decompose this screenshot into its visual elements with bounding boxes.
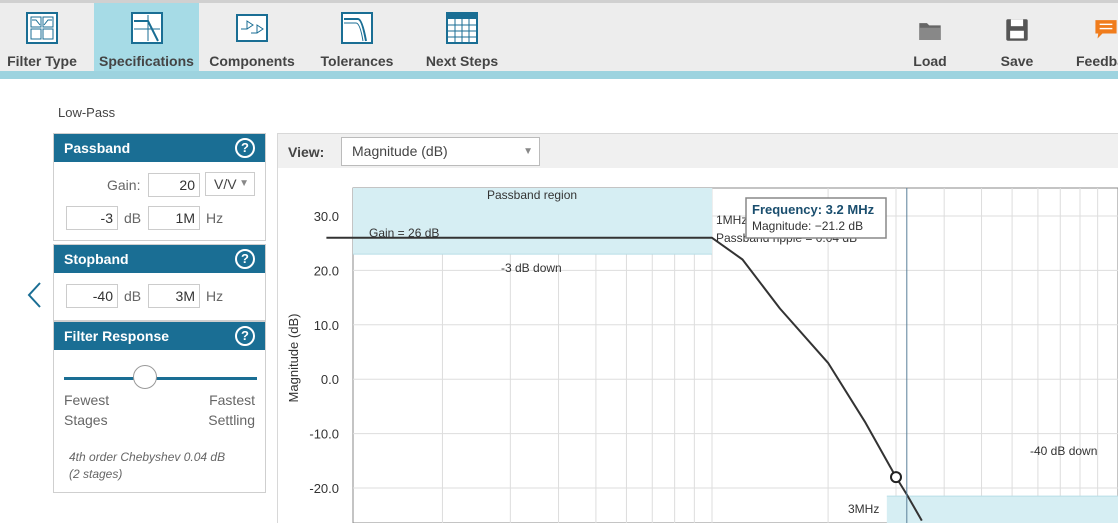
- tab-next-steps-label: Next Steps: [425, 53, 499, 69]
- tab-filter-type-label: Filter Type: [7, 53, 77, 69]
- filter-stages-note: (2 stages): [69, 467, 123, 481]
- y-tick-label: 10.0: [314, 318, 339, 333]
- chevron-down-icon: ▼: [239, 178, 249, 189]
- one-mhz-annotation: 1MHz: [716, 213, 747, 227]
- filter-response-title: Filter Response: [64, 328, 170, 344]
- filter-order-note: 4th order Chebyshev 0.04 dB: [69, 450, 226, 464]
- minus3-annotation: -3 dB down: [501, 261, 562, 275]
- y-axis-ticks: 30.0 20.0 10.0 0.0 -10.0 -20.0 Magnitude (dB): [286, 209, 339, 496]
- tab-components[interactable]: Components: [204, 3, 300, 71]
- view-label: View:: [288, 144, 325, 160]
- stopband-attenuation-input[interactable]: -40: [66, 284, 118, 308]
- fewest-label: Fewest: [64, 392, 110, 408]
- gain-input[interactable]: 20: [148, 173, 200, 197]
- tab-next-steps[interactable]: Next Steps: [418, 3, 506, 71]
- stopband-frequency-input[interactable]: 3M: [148, 284, 200, 308]
- toolbar-accent-strip: [0, 71, 1118, 79]
- y-tick-label: 20.0: [314, 263, 339, 278]
- chevron-down-icon: ▼: [523, 146, 533, 157]
- response-slider-handle[interactable]: [133, 365, 157, 389]
- tab-components-label: Components: [209, 53, 295, 69]
- toolbar: Filter Type Specifications Components To…: [0, 3, 1118, 71]
- stages-label: Stages: [64, 412, 108, 428]
- passband-header: Passband ?: [54, 134, 265, 162]
- y-tick-label: 0.0: [321, 372, 339, 387]
- tooltip-title: Frequency: 3.2 MHz: [752, 202, 875, 217]
- feedback-label: Feedba: [1076, 53, 1118, 69]
- stopband-help-icon[interactable]: ?: [235, 249, 255, 269]
- gain-unit-value: V/V: [214, 176, 237, 192]
- next-steps-icon: [446, 12, 478, 44]
- passband-help-icon[interactable]: ?: [235, 138, 255, 158]
- components-icon: [236, 14, 268, 42]
- stopband-attenuation-unit: dB: [124, 288, 142, 304]
- stopband-frequency-unit: Hz: [206, 288, 224, 304]
- view-select-value: Magnitude (dB): [352, 143, 448, 159]
- three-mhz-annotation: 3MHz: [848, 502, 879, 516]
- stopband-marker: [890, 471, 902, 484]
- stopband-panel: Stopband ? -40 dB 3M Hz: [53, 244, 266, 321]
- view-select[interactable]: Magnitude (dB) ▼: [341, 137, 540, 166]
- passband-region-label: Passband region: [487, 188, 577, 202]
- folder-icon: [919, 23, 941, 40]
- passband-title: Passband: [64, 140, 131, 156]
- settling-label: Settling: [208, 412, 255, 428]
- specifications-icon: [130, 12, 163, 44]
- save-button[interactable]: Save: [992, 3, 1042, 71]
- filter-response-header: Filter Response ?: [54, 322, 265, 350]
- filter-response-panel: Filter Response ? Fewest Stages Fastest …: [53, 321, 266, 493]
- load-button[interactable]: Load: [904, 3, 956, 71]
- gain-unit-select[interactable]: V/V ▼: [205, 172, 255, 196]
- filter-response-help-icon[interactable]: ?: [235, 326, 255, 346]
- y-axis-label: Magnitude (dB): [286, 314, 301, 403]
- feedback-icon: [1095, 20, 1117, 39]
- passband-attenuation-unit: dB: [124, 210, 142, 226]
- tab-tolerances[interactable]: Tolerances: [312, 3, 402, 71]
- tab-tolerances-label: Tolerances: [320, 53, 394, 69]
- tolerances-icon: [341, 12, 373, 44]
- gain-annotation: Gain = 26 dB: [369, 226, 439, 240]
- passband-frequency-unit: Hz: [206, 210, 224, 226]
- stopband-header: Stopband ?: [54, 245, 265, 273]
- view-bar: View: Magnitude (dB) ▼: [278, 134, 1118, 168]
- load-label: Load: [913, 53, 947, 69]
- chevron-left-icon[interactable]: [24, 281, 46, 309]
- y-tick-label: 30.0: [314, 209, 339, 224]
- feedback-button[interactable]: Feedba: [1068, 3, 1118, 71]
- filter-type-icon: [26, 12, 58, 44]
- tab-specifications-label: Specifications: [99, 53, 194, 69]
- tab-specifications[interactable]: Specifications: [94, 3, 199, 71]
- tab-filter-type[interactable]: Filter Type: [0, 3, 84, 71]
- magnitude-chart[interactable]: 30.020.010.00.0-10.0-20.0Magnitude (dB) …: [278, 168, 1118, 523]
- tooltip-magnitude: Magnitude: −21.2 dB: [752, 219, 863, 233]
- passband-attenuation-input[interactable]: -3: [66, 206, 118, 230]
- save-label: Save: [1000, 53, 1034, 69]
- filter-type-label: Low-Pass: [58, 105, 116, 120]
- stopband-title: Stopband: [64, 251, 129, 267]
- passband-panel: Passband ? Gain: 20 V/V ▼ -3 dB 1M Hz: [53, 133, 266, 241]
- passband-frequency-input[interactable]: 1M: [148, 206, 200, 230]
- gain-label: Gain:: [107, 177, 141, 193]
- response-slider-track[interactable]: [64, 377, 257, 380]
- y-tick-label: -10.0: [309, 427, 339, 442]
- minus40-annotation: -40 dB down: [1030, 444, 1097, 458]
- floppy-icon: [1006, 19, 1028, 41]
- fastest-label: Fastest: [209, 392, 255, 408]
- y-tick-label: -20.0: [309, 481, 339, 496]
